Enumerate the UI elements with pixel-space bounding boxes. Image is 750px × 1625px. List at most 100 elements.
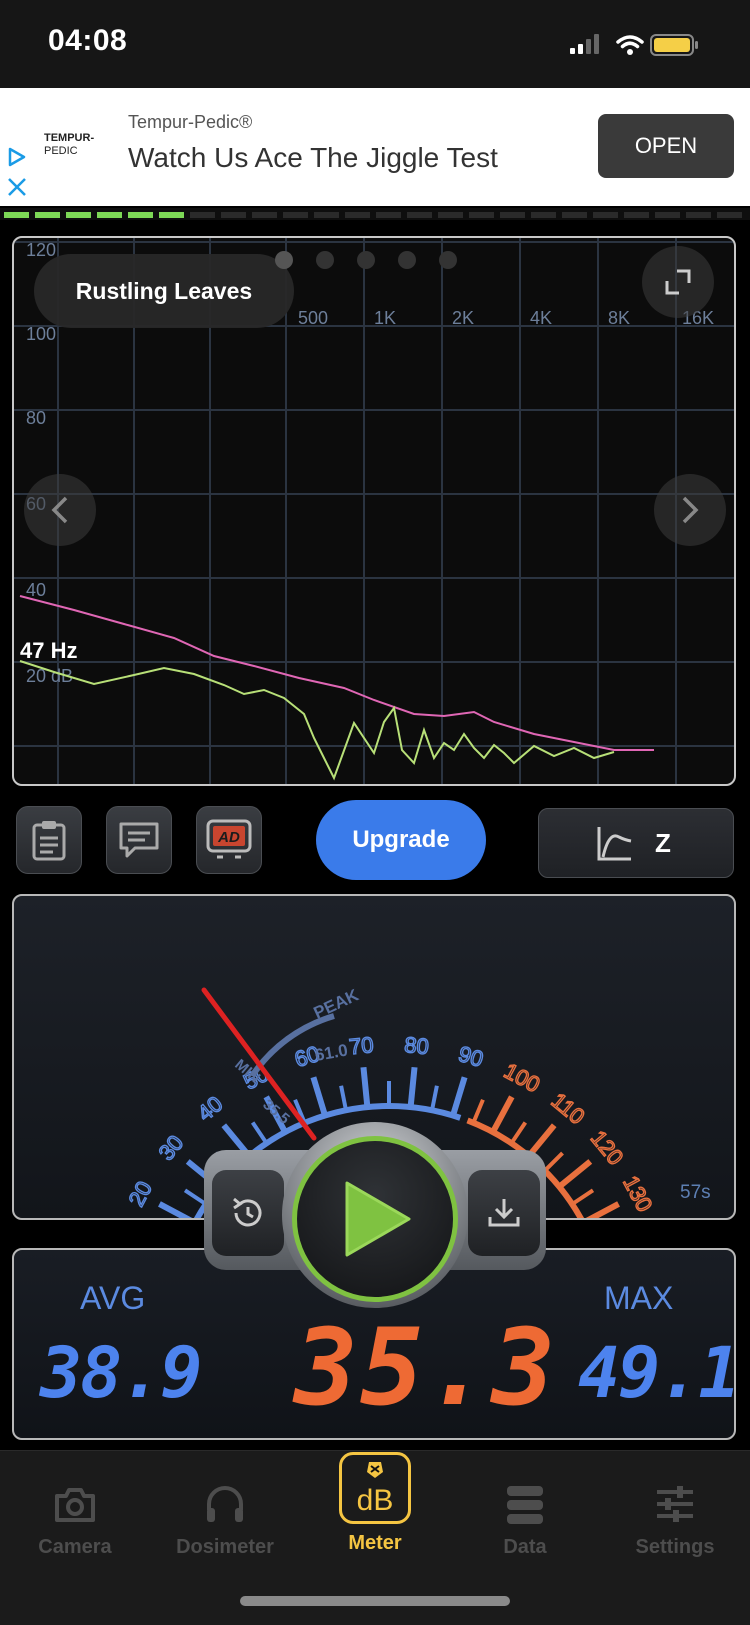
meter-scale-label: 120 — [586, 1126, 629, 1170]
meter-tick — [557, 1159, 593, 1190]
level-indicator-bar — [0, 208, 750, 220]
level-segment — [500, 212, 525, 218]
frequency-weighting-button[interactable]: Z — [538, 808, 734, 878]
meter-tick — [471, 1098, 485, 1124]
cellular-signal-icon — [570, 34, 599, 54]
remove-ads-button[interactable]: AD — [196, 806, 262, 874]
battery-icon — [650, 34, 698, 56]
level-segment — [717, 212, 742, 218]
level-segment — [314, 212, 339, 218]
reset-button[interactable] — [212, 1170, 284, 1256]
next-view-button[interactable] — [654, 474, 726, 546]
spectrum-panel: 12010080604020 dB 5001K2K4K8K16K Rustlin… — [12, 236, 736, 786]
meter-tick — [310, 1076, 328, 1117]
ad-banner[interactable]: TEMPUR- PEDIC Tempur-Pedic® Watch Us Ace… — [0, 88, 750, 206]
svg-text:dB: dB — [357, 1484, 394, 1517]
ad-headline[interactable]: Watch Us Ace The Jiggle Test — [128, 142, 498, 174]
meter-scale-label: 110 — [547, 1088, 590, 1130]
ad-tv-icon: AD — [206, 819, 252, 859]
camera-icon — [55, 1488, 95, 1522]
speech-bubble-icon — [119, 822, 159, 858]
meter-scale-label: 30 — [154, 1130, 189, 1165]
meter-scale-label: 130 — [618, 1172, 657, 1216]
tab-settings[interactable]: Settings — [600, 1450, 750, 1570]
meter-scale-label: 40 — [193, 1091, 228, 1126]
level-segment — [190, 212, 215, 218]
avg-label: AVG — [80, 1280, 146, 1316]
meter-tick — [585, 1201, 620, 1218]
save-button[interactable] — [468, 1170, 540, 1256]
page-dot — [275, 251, 293, 269]
status-time: 04:08 — [48, 24, 128, 57]
ad-open-button[interactable]: OPEN — [598, 114, 734, 178]
peak-value: 61.0 — [313, 1040, 349, 1064]
y-tick-label: 40 — [26, 580, 46, 600]
page-dot — [398, 251, 416, 269]
page-dot — [316, 251, 334, 269]
meter-scale-label: 100 — [500, 1058, 544, 1097]
meter-tick — [543, 1151, 564, 1173]
meter-tick — [250, 1121, 269, 1145]
meter-tick — [158, 1201, 193, 1218]
tab-data[interactable]: Data — [450, 1450, 600, 1570]
db-meter-icon: dB — [339, 1452, 411, 1524]
meter-tick — [183, 1188, 207, 1206]
ad-close-icon[interactable] — [6, 176, 28, 198]
meter-tick — [571, 1188, 595, 1206]
y-tick-label: 100 — [26, 324, 56, 344]
spectrum-current-curve — [19, 660, 615, 781]
meter-scale-label: 90 — [456, 1041, 487, 1072]
weighting-curve-icon — [597, 827, 632, 861]
meter-scale-label: 80 — [403, 1032, 430, 1059]
svg-text:AD: AD — [217, 829, 240, 846]
level-segment — [686, 212, 711, 218]
level-segment — [469, 212, 494, 218]
meter-tick — [360, 1066, 371, 1108]
ad-choices-icon[interactable] — [6, 146, 28, 168]
avg-value: 38.9 — [40, 1332, 203, 1414]
level-segment — [376, 212, 401, 218]
wifi-icon — [616, 35, 644, 55]
clipboard-icon — [32, 821, 66, 861]
download-icon — [488, 1199, 520, 1227]
x-tick-label: 1K — [374, 308, 396, 328]
level-segment — [252, 212, 277, 218]
level-segment — [624, 212, 649, 218]
status-icons — [570, 34, 698, 56]
x-tick-label: 4K — [530, 308, 552, 328]
tab-camera[interactable]: Camera — [0, 1450, 150, 1570]
page-dot — [439, 251, 457, 269]
current-db-value: 35.3 — [294, 1306, 558, 1429]
y-tick-label: 80 — [26, 408, 46, 428]
max-value: 49.1 — [578, 1332, 736, 1414]
elapsed-time: 57s — [680, 1182, 711, 1203]
play-icon — [345, 1181, 411, 1257]
level-segment — [655, 212, 680, 218]
fullscreen-button[interactable] — [642, 246, 714, 318]
tab-dosimeter[interactable]: Dosimeter — [150, 1450, 300, 1570]
y-tick-label: 120 — [26, 240, 56, 260]
meter-tick — [430, 1085, 439, 1111]
page-indicator-dots — [275, 251, 457, 269]
upgrade-button[interactable]: Upgrade — [316, 800, 486, 880]
meter-scale-label: 70 — [348, 1032, 375, 1059]
preset-label-pill[interactable]: Rustling Leaves — [34, 254, 294, 328]
previous-view-button[interactable] — [24, 474, 96, 546]
notes-button[interactable] — [16, 806, 82, 874]
peak-label: PEAK — [311, 985, 362, 1022]
x-tick-label: 2K — [452, 308, 474, 328]
level-segment — [562, 212, 587, 218]
comment-button[interactable] — [106, 806, 172, 874]
reset-icon — [233, 1197, 262, 1227]
level-segment — [97, 212, 122, 218]
frequency-readout: 47 Hz — [20, 638, 78, 663]
weighting-label: Z — [655, 827, 671, 858]
ad-brand: Tempur-Pedic® — [128, 112, 253, 132]
level-segment — [221, 212, 246, 218]
ad-logo: TEMPUR- PEDIC — [44, 132, 95, 157]
level-segment — [531, 212, 556, 218]
play-button[interactable] — [292, 1136, 458, 1302]
chevron-right-icon — [682, 496, 699, 524]
level-segment — [407, 212, 432, 218]
tab-meter[interactable]: dB Meter — [300, 1450, 450, 1570]
